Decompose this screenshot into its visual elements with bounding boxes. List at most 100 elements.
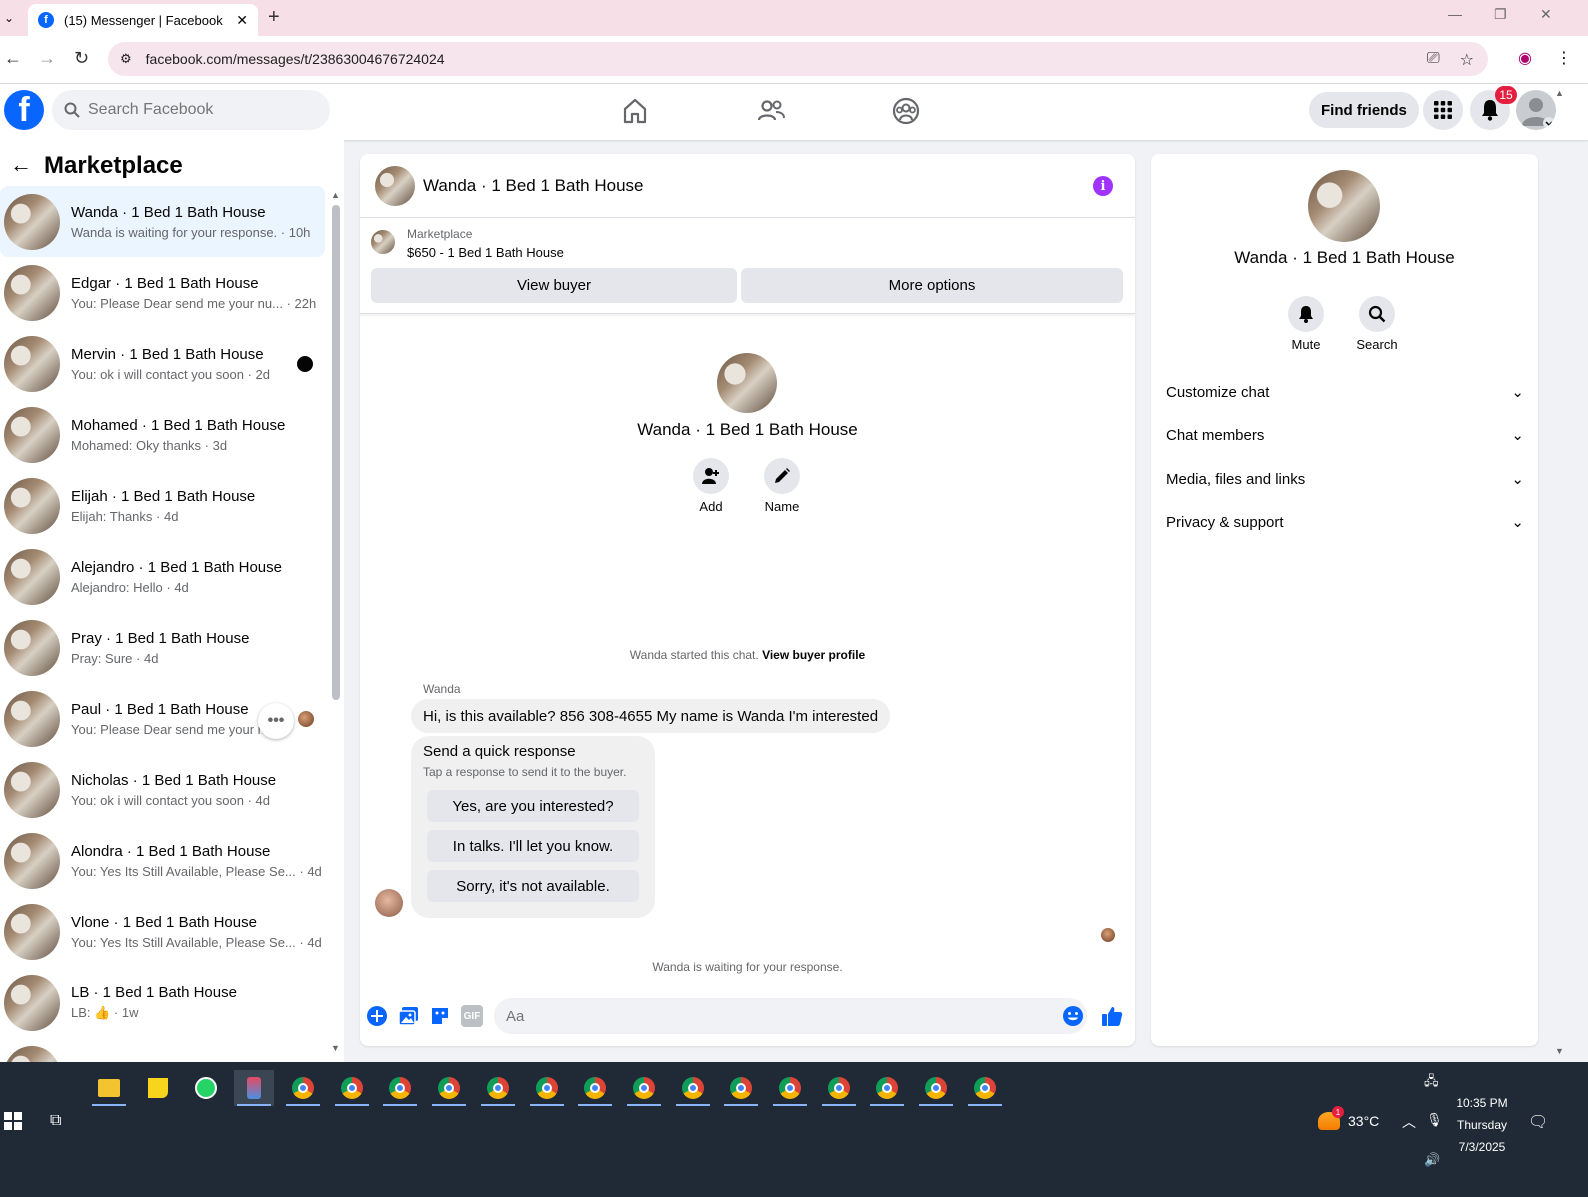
- scroll-down-icon[interactable]: ▼: [1555, 1046, 1564, 1056]
- scrollbar-thumb[interactable]: [332, 205, 340, 700]
- install-app-icon[interactable]: ⎚: [1427, 50, 1440, 70]
- thumbs-up-icon[interactable]: [1101, 1005, 1123, 1027]
- conversation-item[interactable]: Wanda · 1 Bed 1 Bath House Wanda is waiti…: [0, 186, 325, 257]
- chat-members-section[interactable]: Chat members ⌄: [1166, 415, 1524, 455]
- sidebar-scrollbar[interactable]: ▲ ▼: [330, 190, 342, 1055]
- message-bubble[interactable]: Hi, is this available? 856 308-4655 My n…: [411, 699, 891, 733]
- chrome-window-icon[interactable]: [819, 1070, 859, 1106]
- gif-icon[interactable]: GIF: [461, 1005, 483, 1027]
- scroll-up-icon[interactable]: ▲: [1555, 88, 1564, 98]
- edit-name-button[interactable]: [764, 458, 800, 494]
- snipping-tool-icon[interactable]: [234, 1070, 274, 1106]
- search-input[interactable]: [88, 101, 308, 119]
- conversation-item[interactable]: LB · 1 Bed 1 Bath House LB: 👍 · 1w: [0, 967, 325, 1038]
- reload-icon[interactable]: ↻: [74, 48, 89, 69]
- chrome-window-icon[interactable]: [380, 1070, 420, 1106]
- chrome-window-icon[interactable]: [527, 1070, 567, 1106]
- customize-chat-section[interactable]: Customize chat ⌄: [1166, 372, 1524, 412]
- conversation-item[interactable]: Mohamed · 1 Bed 1 Bath House Mohamed: Oky…: [0, 399, 325, 470]
- facebook-logo-icon[interactable]: f: [4, 90, 44, 130]
- info-icon[interactable]: i: [1093, 176, 1113, 196]
- scroll-down-icon[interactable]: ▼: [331, 1043, 340, 1053]
- conversation-item[interactable]: Mervin · 1 Bed 1 Bath House You: ok i wil…: [0, 328, 325, 399]
- chrome-window-icon[interactable]: [283, 1070, 323, 1106]
- conversation-item[interactable]: Vlone · 1 Bed 1 Bath House You: Yes Its S…: [0, 896, 325, 967]
- conversation-item[interactable]: Elijah · 1 Bed 1 Bath House Elijah: Thank…: [0, 470, 325, 541]
- quick-reply-interested[interactable]: Yes, are you interested?: [427, 790, 639, 822]
- chrome-window-icon[interactable]: [478, 1070, 518, 1106]
- chrome-window-icon[interactable]: [429, 1070, 469, 1106]
- microphone-icon[interactable]: 🎙: [1426, 1112, 1443, 1128]
- clock[interactable]: 10:35 PM Thursday 7/3/2025: [1452, 1092, 1512, 1158]
- chrome-window-icon[interactable]: [624, 1070, 664, 1106]
- close-tab-icon[interactable]: ✕: [236, 12, 248, 29]
- forward-icon[interactable]: →: [38, 48, 56, 69]
- volume-icon[interactable]: 🔊: [1424, 1152, 1440, 1168]
- task-view-icon[interactable]: ⧉: [50, 1112, 61, 1130]
- new-tab-icon[interactable]: +: [268, 6, 280, 29]
- privacy-support-section[interactable]: Privacy & support ⌄: [1166, 502, 1524, 542]
- view-buyer-profile-link[interactable]: View buyer profile: [762, 648, 865, 662]
- facebook-search[interactable]: [52, 90, 330, 130]
- tab-search-button[interactable]: ⌄: [0, 6, 18, 30]
- chrome-window-icon[interactable]: [575, 1070, 615, 1106]
- close-window-icon[interactable]: ✕: [1540, 6, 1552, 23]
- chrome-window-icon[interactable]: [867, 1070, 907, 1106]
- view-buyer-button[interactable]: View buyer: [371, 268, 737, 303]
- address-bar[interactable]: ⚙ facebook.com/messages/t/23863004676724…: [108, 42, 1488, 76]
- plus-circle-icon[interactable]: [366, 1005, 388, 1027]
- chrome-window-icon[interactable]: [965, 1070, 1005, 1106]
- back-icon[interactable]: ←: [4, 48, 22, 69]
- chrome-window-icon[interactable]: [721, 1070, 761, 1106]
- file-explorer-icon[interactable]: [89, 1070, 129, 1106]
- windows-start-icon[interactable]: [4, 1112, 22, 1135]
- groups-icon[interactable]: [891, 96, 921, 126]
- emoji-icon[interactable]: [1062, 1005, 1084, 1027]
- network-icon[interactable]: 🖧: [1424, 1072, 1439, 1094]
- conversation-more-icon[interactable]: •••: [258, 703, 294, 739]
- conversation-item[interactable]: Solorian · 1 Bed 1 Bath House: [0, 1038, 325, 1062]
- minimize-icon[interactable]: —: [1448, 6, 1462, 22]
- message-input[interactable]: [506, 1007, 1046, 1025]
- conversation-item[interactable]: Alondra · 1 Bed 1 Bath House You: Yes Its…: [0, 825, 325, 896]
- conversation-item[interactable]: Edgar · 1 Bed 1 Bath House You: Please De…: [0, 257, 325, 328]
- chrome-window-icon[interactable]: [770, 1070, 810, 1106]
- friends-icon[interactable]: [756, 96, 786, 126]
- listing-thumbnail[interactable]: [371, 230, 395, 254]
- chrome-window-icon[interactable]: [673, 1070, 713, 1106]
- quick-reply-in-talks[interactable]: In talks. I'll let you know.: [427, 830, 639, 862]
- media-files-links-section[interactable]: Media, files and links ⌄: [1166, 459, 1524, 499]
- notification-center-icon[interactable]: 🗨: [1528, 1112, 1548, 1132]
- show-hidden-icons-icon[interactable]: ︿: [1402, 1112, 1416, 1132]
- conversation-item[interactable]: Alejandro · 1 Bed 1 Bath House Alejandro:…: [0, 541, 325, 612]
- chrome-window-icon[interactable]: [916, 1070, 956, 1106]
- scroll-up-icon[interactable]: ▲: [331, 190, 340, 200]
- find-friends-button[interactable]: Find friends: [1309, 92, 1419, 128]
- back-arrow-icon[interactable]: ←: [10, 152, 32, 178]
- conversation-item[interactable]: Pray · 1 Bed 1 Bath House Pray: Sure · 4d: [0, 612, 325, 683]
- home-icon[interactable]: [620, 96, 650, 126]
- sticky-notes-icon[interactable]: [138, 1070, 178, 1106]
- whatsapp-icon[interactable]: [186, 1070, 226, 1106]
- photo-icon[interactable]: [398, 1005, 420, 1027]
- chrome-window-icon[interactable]: [332, 1070, 372, 1106]
- weather-widget[interactable]: 1 33°C: [1318, 1106, 1379, 1130]
- sender-avatar[interactable]: [375, 889, 403, 917]
- bookmark-star-icon[interactable]: ☆: [1460, 50, 1474, 70]
- chat-title[interactable]: Wanda · 1 Bed 1 Bath House: [423, 176, 644, 196]
- account-avatar[interactable]: [1516, 90, 1556, 130]
- search-in-chat-button[interactable]: [1359, 296, 1395, 332]
- listing-price[interactable]: $650 - 1 Bed 1 Bath House: [407, 245, 564, 260]
- chat-avatar[interactable]: [375, 166, 415, 206]
- quick-reply-not-available[interactable]: Sorry, it's not available.: [427, 870, 639, 902]
- mute-button[interactable]: [1288, 296, 1324, 332]
- message-input-wrap[interactable]: [494, 998, 1087, 1034]
- add-person-button[interactable]: [693, 458, 729, 494]
- more-options-button[interactable]: More options: [741, 268, 1123, 303]
- site-info-icon[interactable]: ⚙: [120, 51, 132, 67]
- panel-avatar[interactable]: [1308, 170, 1380, 242]
- conversation-item[interactable]: Nicholas · 1 Bed 1 Bath House You: ok i w…: [0, 754, 325, 825]
- menu-grid-icon[interactable]: [1423, 90, 1463, 130]
- restore-icon[interactable]: ❐: [1494, 6, 1507, 23]
- browser-tab[interactable]: f (15) Messenger | Facebook ✕: [28, 4, 258, 36]
